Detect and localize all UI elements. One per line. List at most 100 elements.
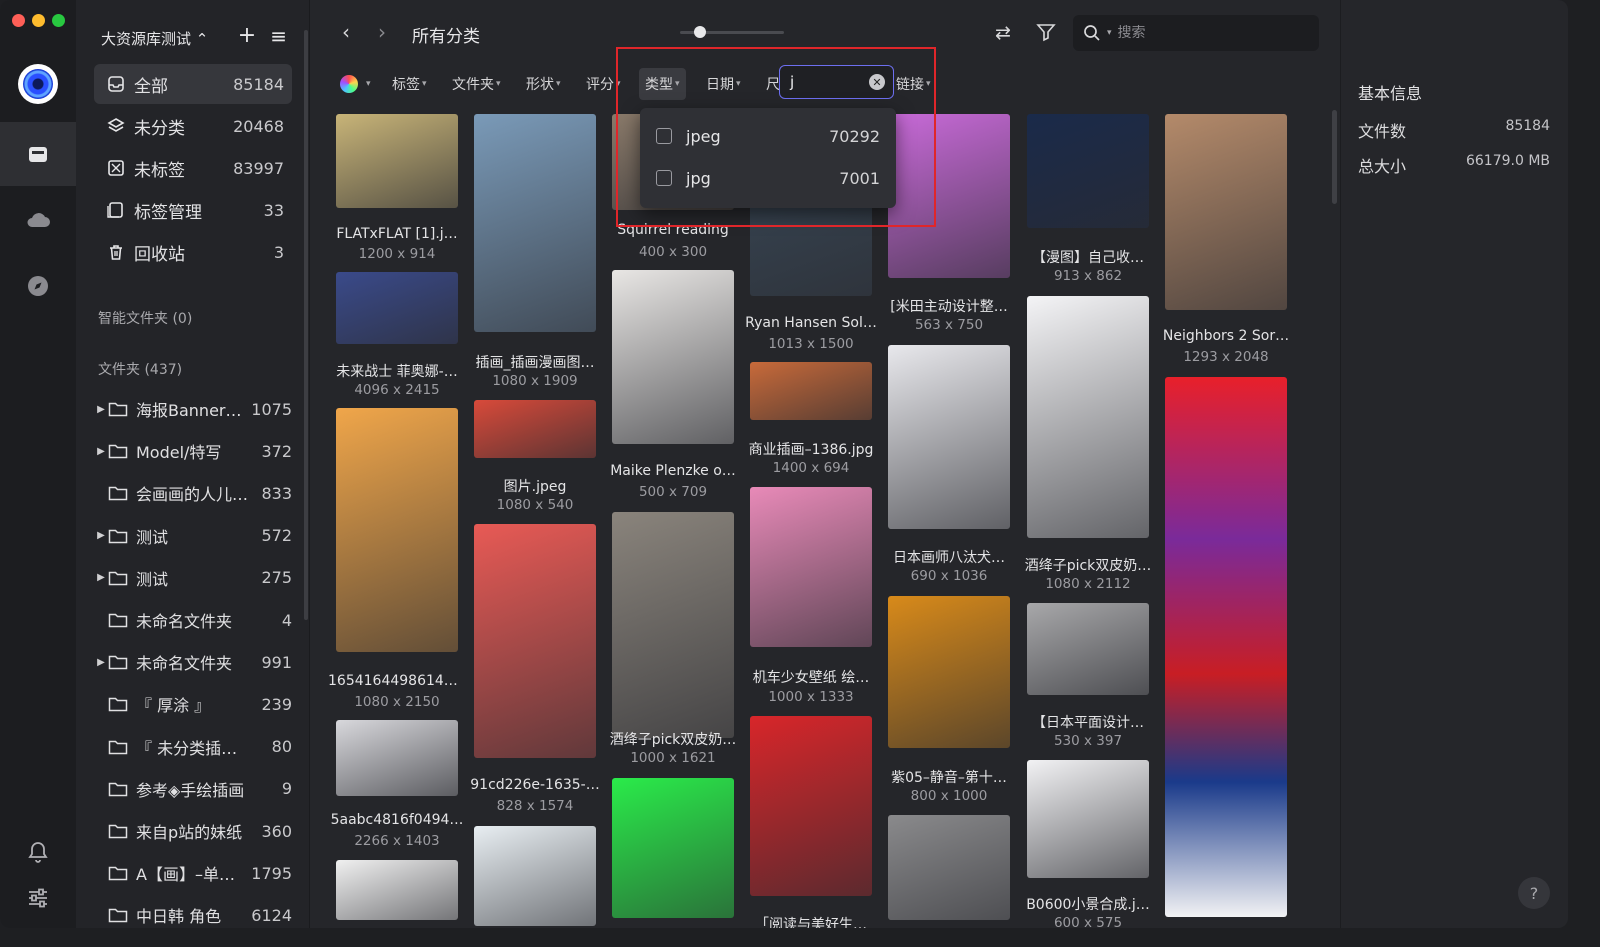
sidebar: 大资源库测试 ⌃ + ≡ 全部 85184 未分类 20468 未标签 8399… [76, 0, 310, 928]
forward-icon[interactable]: › [378, 20, 386, 44]
folder-item[interactable]: ▶ 测试 572 [94, 517, 292, 555]
filter-folders[interactable]: 文件夹 ▾ [446, 68, 507, 100]
folder-item[interactable]: 来自p站的妹纸 360 [94, 812, 292, 850]
library-rail-button[interactable] [0, 122, 76, 186]
asset-thumbnail[interactable] [888, 114, 1010, 278]
total-size-row: 总大小 66179.0 MB [1358, 153, 1550, 176]
asset-thumbnail[interactable] [336, 720, 458, 796]
folder-item[interactable]: A【画】–单… 1795 [94, 854, 292, 892]
folder-icon [108, 696, 130, 712]
asset-thumbnail[interactable] [1027, 603, 1149, 695]
expand-arrow-icon[interactable]: ▶ [94, 657, 108, 668]
compass-icon [28, 276, 48, 296]
nav-untagged[interactable]: 未标签 83997 [94, 148, 292, 188]
cloud-rail-button[interactable] [0, 188, 76, 252]
sidebar-scrollbar[interactable] [304, 30, 308, 620]
app-logo[interactable] [18, 64, 58, 104]
folder-count: 372 [261, 441, 292, 461]
preferences-button[interactable] [0, 866, 76, 928]
nav-all[interactable]: 全部 85184 [94, 64, 292, 104]
nav-label: 标签管理 [134, 202, 202, 223]
asset-thumbnail[interactable] [336, 114, 458, 208]
color-filter[interactable]: ▾ [334, 68, 377, 100]
asset-thumbnail[interactable] [336, 408, 458, 652]
clear-icon[interactable]: ✕ [869, 74, 885, 90]
smart-folders-header[interactable]: 智能文件夹 (0) [98, 308, 192, 328]
minimize-window-button[interactable] [32, 14, 45, 27]
filter-shape[interactable]: 形状 ▾ [520, 68, 567, 100]
folder-item[interactable]: 会画画的人儿… 833 [94, 474, 292, 512]
asset-thumbnail[interactable] [474, 114, 596, 332]
folder-item[interactable]: 『 厚涂 』 239 [94, 685, 292, 723]
asset-thumbnail[interactable] [612, 270, 734, 444]
asset-thumbnail[interactable] [750, 716, 872, 896]
checkbox[interactable] [656, 170, 672, 186]
nav-tag-manager[interactable]: 标签管理 33 [94, 190, 292, 230]
grid-scrollbar[interactable] [1332, 110, 1337, 204]
chevron-down-icon[interactable]: ▾ [1107, 28, 1112, 38]
explore-rail-button[interactable] [0, 254, 76, 318]
asset-thumbnail[interactable] [888, 596, 1010, 748]
help-button[interactable]: ? [1518, 877, 1550, 909]
folder-item[interactable]: 『 未分类插画 』 80 [94, 728, 292, 766]
menu-icon[interactable]: ≡ [270, 26, 287, 46]
checkbox[interactable] [656, 128, 672, 144]
nav-uncategorized[interactable]: 未分类 20468 [94, 106, 292, 146]
folder-item[interactable]: ▶ 测试 275 [94, 559, 292, 597]
folder-item[interactable]: 未命名文件夹 4 [94, 601, 292, 639]
asset-thumbnail[interactable] [750, 487, 872, 647]
asset-thumbnail[interactable] [474, 524, 596, 758]
close-window-button[interactable] [12, 14, 25, 27]
filter-rating[interactable]: 评分 ▾ [580, 68, 627, 100]
folder-item[interactable]: ▶ 海报Banner… 1075 [94, 390, 292, 428]
nav-count: 20468 [233, 116, 284, 136]
thumbnail-size-knob[interactable] [694, 26, 706, 38]
expand-arrow-icon[interactable]: ▶ [94, 572, 108, 583]
folder-item[interactable]: 参考◈手绘插画 9 [94, 770, 292, 808]
asset-thumbnail[interactable] [474, 400, 596, 458]
folder-name: 中日韩 角色 [136, 907, 222, 927]
search-input[interactable] [1117, 25, 1298, 41]
asset-thumbnail[interactable] [1027, 760, 1149, 878]
asset-dimensions: 828 x 1574 [496, 798, 574, 814]
type-option-jpg[interactable]: jpg 7001 [656, 158, 880, 198]
nav-count: 33 [263, 200, 284, 220]
library-switcher[interactable]: 大资源库测试 ⌃ [101, 28, 208, 49]
filter-tags[interactable]: 标签 ▾ [386, 68, 433, 100]
filter-date[interactable]: 日期 ▾ [700, 68, 747, 100]
asset-thumbnail[interactable] [612, 778, 734, 918]
asset-dimensions: 2266 x 1403 [354, 833, 440, 849]
zoom-window-button[interactable] [52, 14, 65, 27]
color-wheel-icon [340, 75, 358, 93]
asset-thumbnail[interactable] [750, 362, 872, 420]
folder-item[interactable]: ▶ Model/特写 372 [94, 432, 292, 470]
folder-icon [108, 485, 130, 501]
expand-arrow-icon[interactable]: ▶ [94, 446, 108, 457]
sort-icon[interactable]: ⇄ [995, 22, 1011, 44]
asset-thumbnail[interactable] [336, 272, 458, 344]
asset-thumbnail[interactable] [1165, 377, 1287, 917]
nav-trash[interactable]: 回收站 3 [94, 232, 292, 272]
add-icon[interactable]: + [238, 25, 256, 47]
folders-header[interactable]: 文件夹 (437) [98, 359, 182, 379]
asset-thumbnail[interactable] [612, 512, 734, 738]
search-box[interactable]: ▾ [1073, 15, 1319, 51]
filter-icon[interactable] [1036, 22, 1056, 46]
expand-arrow-icon[interactable]: ▶ [94, 530, 108, 541]
expand-arrow-icon[interactable]: ▶ [94, 404, 108, 415]
asset-thumbnail[interactable] [474, 826, 596, 926]
back-icon[interactable]: ‹ [342, 20, 350, 44]
folder-item[interactable]: ▶ 未命名文件夹 991 [94, 643, 292, 681]
asset-thumbnail[interactable] [1165, 114, 1287, 310]
asset-thumbnail[interactable] [888, 815, 1010, 920]
folder-item[interactable]: 中日韩 角色 6124 [94, 896, 292, 928]
folder-name: A【画】–单… [136, 865, 235, 885]
type-option-jpeg[interactable]: jpeg 70292 [656, 116, 880, 156]
asset-thumbnail[interactable] [1027, 114, 1149, 228]
asset-thumbnail[interactable] [336, 860, 458, 920]
filter-link[interactable]: 链接 ▾ [890, 68, 937, 100]
asset-thumbnail[interactable] [888, 345, 1010, 529]
filter-type[interactable]: 类型 ▾ [639, 68, 686, 100]
type-filter-input[interactable]: j ✕ [779, 65, 894, 99]
asset-thumbnail[interactable] [1027, 296, 1149, 538]
